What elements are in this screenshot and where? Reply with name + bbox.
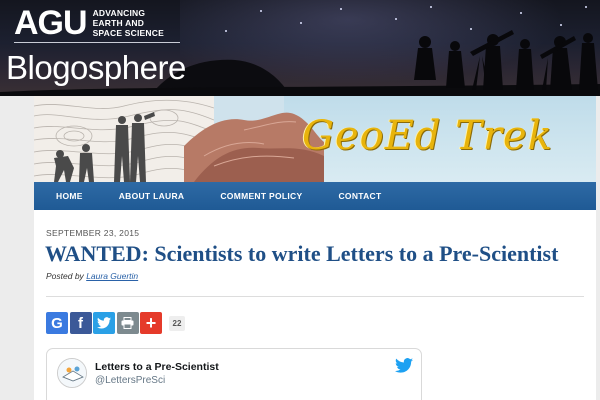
byline-prefix: Posted by	[46, 271, 84, 281]
facebook-share-button[interactable]: f	[69, 312, 92, 334]
letters-logo-icon	[58, 359, 86, 387]
nav-home[interactable]: HOME	[56, 191, 83, 201]
post-byline: Posted by Laura Guertin	[46, 271, 138, 281]
tweet-account-handle[interactable]: @LettersPreSci	[95, 375, 165, 386]
blog-header-banner[interactable]: GeoEd Trek	[34, 96, 596, 182]
agu-tagline-line: EARTH AND	[92, 18, 145, 28]
agu-logo-text: AGU	[14, 4, 88, 42]
twitter-bird-icon[interactable]	[395, 358, 413, 373]
page-margin-right	[596, 96, 600, 400]
agu-tagline-line: SPACE SCIENCE	[92, 28, 164, 38]
twitter-icon	[97, 317, 111, 329]
agu-tagline: ADVANCING EARTH AND SPACE SCIENCE	[93, 8, 164, 38]
main-navigation: HOME ABOUT LAURA COMMENT POLICY CONTACT	[34, 182, 596, 210]
print-icon	[121, 317, 134, 329]
share-buttons: G f + 22	[46, 312, 186, 334]
google-icon: G	[51, 314, 63, 332]
post-content: SEPTEMBER 23, 2015 WANTED: Scientists to…	[34, 210, 596, 400]
post-date: SEPTEMBER 23, 2015	[46, 228, 140, 238]
divider	[46, 296, 584, 297]
agu-logo[interactable]: AGU ADVANCING EARTH AND SPACE SCIENCE	[14, 6, 164, 40]
agu-banner: AGU ADVANCING EARTH AND SPACE SCIENCE Bl…	[0, 0, 600, 96]
author-link[interactable]: Laura Guertin	[86, 271, 138, 281]
agu-tagline-line: ADVANCING	[92, 8, 146, 18]
more-share-button[interactable]: +	[140, 312, 162, 334]
plus-icon: +	[145, 313, 157, 333]
google-share-button[interactable]: G	[46, 312, 68, 334]
print-share-button[interactable]	[116, 312, 139, 334]
nav-comment-policy[interactable]: COMMENT POLICY	[220, 191, 302, 201]
blogosphere-title[interactable]: Blogosphere	[6, 48, 186, 88]
nav-contact[interactable]: CONTACT	[338, 191, 381, 201]
tweet-account-name[interactable]: Letters to a Pre-Scientist	[95, 361, 219, 373]
post-title[interactable]: WANTED: Scientists to write Letters to a…	[45, 240, 558, 268]
page-margin-left	[0, 96, 34, 400]
facebook-icon: f	[78, 314, 83, 332]
logo-divider	[14, 42, 180, 43]
share-count: 22	[168, 315, 186, 331]
embedded-tweet[interactable]: Letters to a Pre-Scientist @LettersPreSc…	[46, 348, 422, 400]
avatar[interactable]	[57, 358, 87, 388]
nav-about-laura[interactable]: ABOUT LAURA	[119, 191, 185, 201]
twitter-share-button[interactable]	[93, 312, 115, 334]
blog-title[interactable]: GeoEd Trek	[302, 112, 553, 160]
